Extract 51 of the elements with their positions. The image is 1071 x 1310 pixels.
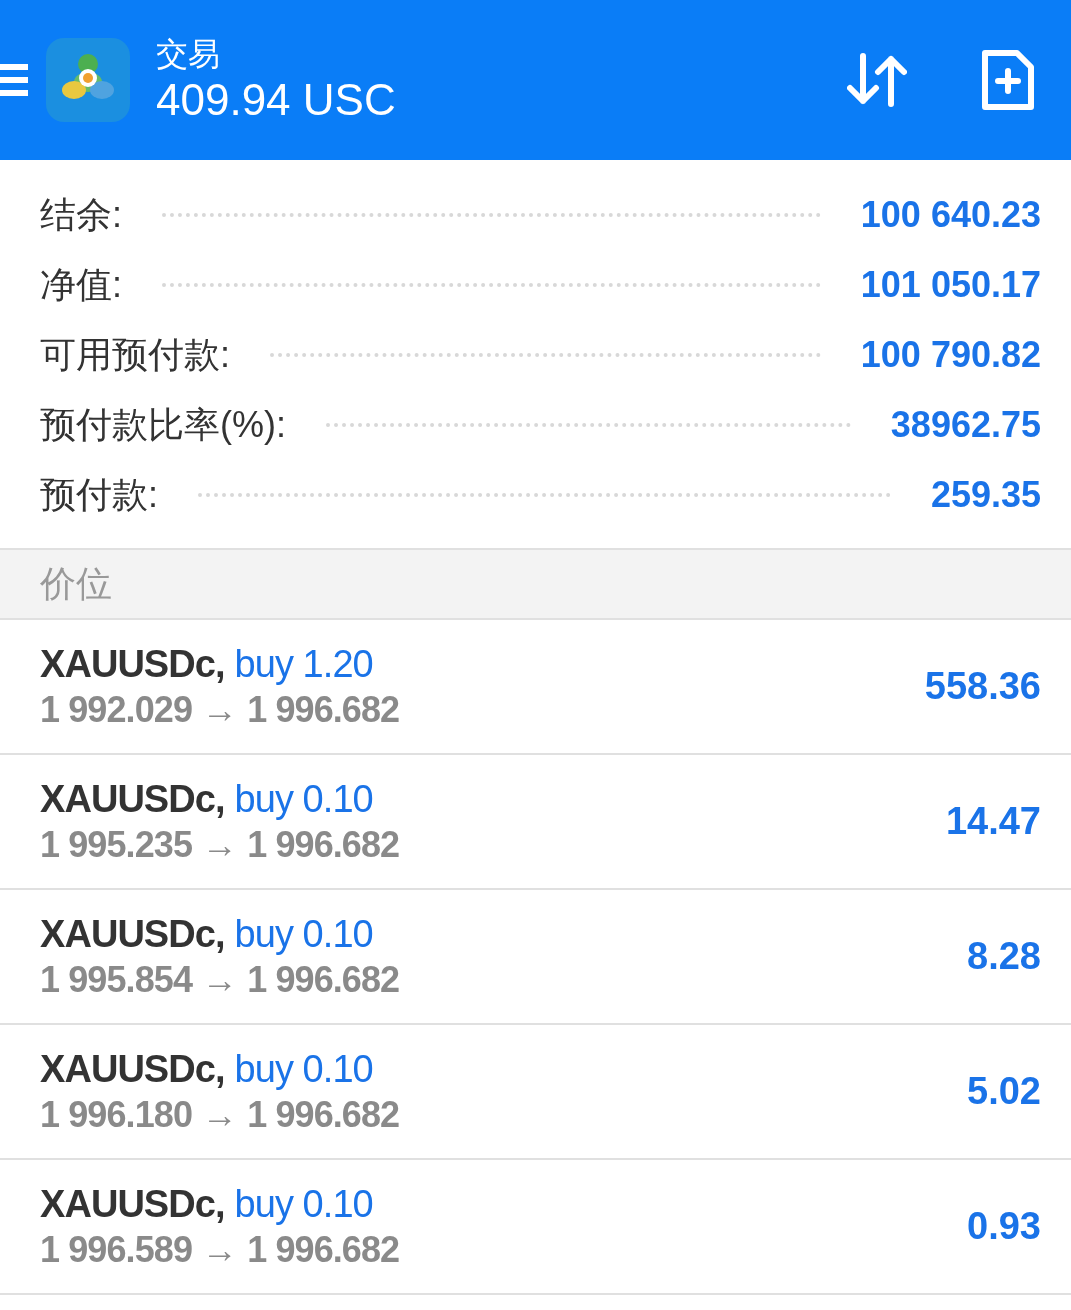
arrow-sign: → (202, 1092, 238, 1137)
profit-value: 0.93 (967, 1204, 1041, 1249)
open-price: 1 995.235 (40, 822, 193, 867)
order-type-volume: buy 0.10 (234, 911, 373, 957)
arrow-sign: → (202, 957, 238, 1002)
open-price: 1 995.854 (40, 957, 193, 1002)
position-row[interactable]: XAUUSDc, buy 0.10 1 996.589 → 1 996.682 0.93 (0, 1160, 1071, 1295)
summary-value: 100 640.23 (860, 193, 1041, 237)
profit-value: 8.28 (967, 934, 1041, 979)
profit-value: 14.47 (945, 799, 1041, 844)
new-document-icon[interactable] (981, 49, 1035, 111)
section-title: 价位 (40, 562, 112, 606)
symbol: XAUUSDc, (40, 911, 225, 957)
summary-label: 净值: (40, 263, 122, 307)
current-price: 1 996.682 (247, 957, 400, 1002)
summary-value: 101 050.17 (860, 263, 1041, 307)
current-price: 1 996.682 (247, 687, 400, 732)
open-price: 1 996.180 (40, 1092, 193, 1137)
current-price: 1 996.682 (247, 1227, 400, 1272)
position-row[interactable]: XAUUSDc, buy 0.10 1 996.180 → 1 996.682 5.02 (0, 1025, 1071, 1160)
symbol: XAUUSDc, (40, 641, 225, 687)
arrow-sign: → (202, 1227, 238, 1272)
open-price: 1 996.589 (40, 1227, 193, 1272)
order-type-volume: buy 0.10 (234, 1181, 373, 1227)
arrow-sign: → (202, 822, 238, 867)
app-logo-icon (46, 38, 130, 122)
summary-label: 预付款: (40, 473, 158, 517)
open-price: 1 992.029 (40, 687, 193, 732)
profit-value: 558.36 (924, 664, 1041, 709)
sort-icon[interactable] (847, 53, 907, 107)
current-price: 1 996.682 (247, 1092, 400, 1137)
summary-value: 38962.75 (890, 403, 1041, 447)
arrow-sign: → (202, 687, 238, 732)
position-row[interactable]: XAUUSDc, buy 0.10 1 995.235 → 1 996.682 14.47 (0, 755, 1071, 890)
symbol: XAUUSDc, (40, 1046, 225, 1092)
summary-value: 100 790.82 (860, 333, 1041, 377)
summary-label: 预付款比率(%): (40, 403, 286, 447)
order-type-volume: buy 1.20 (234, 641, 373, 687)
summary-value: 259.35 (930, 473, 1041, 517)
summary-label: 结余: (40, 193, 122, 237)
screen-title: 交易 (156, 35, 221, 74)
position-row[interactable]: XAUUSDc, buy 0.10 1 995.854 → 1 996.682 8.28 (0, 890, 1071, 1025)
position-row[interactable]: XAUUSDc, buy 1.20 1 992.029 → 1 996.682 558.36 (0, 620, 1071, 755)
order-type-volume: buy 0.10 (234, 1046, 373, 1092)
balance-amount: 409.94 USC (156, 74, 396, 126)
symbol: XAUUSDc, (40, 1181, 225, 1227)
summary-label: 可用预付款: (40, 333, 230, 377)
profit-value: 5.02 (967, 1069, 1041, 1114)
order-type-volume: buy 0.10 (234, 776, 373, 822)
current-price: 1 996.682 (247, 822, 400, 867)
symbol: XAUUSDc, (40, 776, 225, 822)
